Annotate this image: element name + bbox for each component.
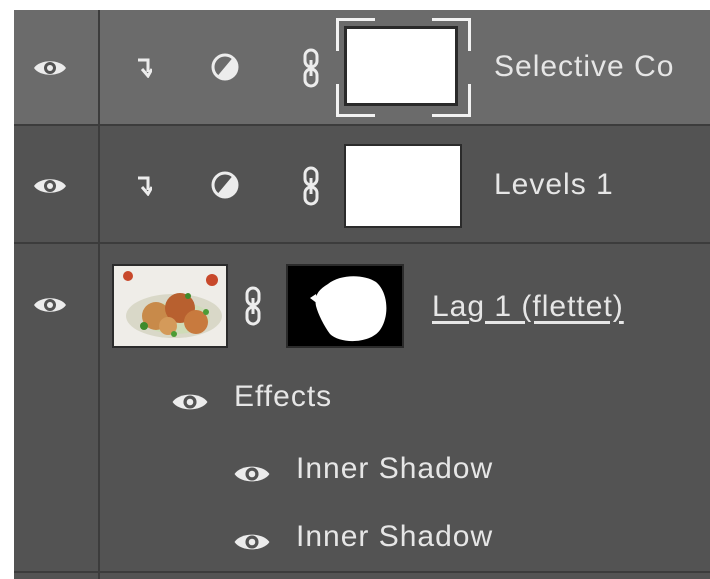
effect-item-label[interactable]: Inner Shadow <box>296 452 493 486</box>
layer-mask-thumbnail[interactable] <box>344 144 462 228</box>
row-divider <box>14 571 710 573</box>
layer-mask-thumbnail[interactable] <box>286 264 404 348</box>
selection-corner-bl <box>336 84 375 117</box>
chain-link-icon[interactable] <box>302 48 320 88</box>
effects-label[interactable]: Effects <box>234 380 332 414</box>
layer-name[interactable]: Lag 1 (flettet) <box>432 290 624 324</box>
chain-link-icon[interactable] <box>244 286 262 326</box>
eye-icon[interactable] <box>232 530 272 554</box>
column-divider <box>98 573 100 579</box>
layers-panel: Selective Co Levels 1 Lag 1 (flettet) Ef… <box>14 10 710 579</box>
eye-icon[interactable] <box>232 462 272 486</box>
eye-icon[interactable] <box>32 57 68 79</box>
chain-link-icon[interactable] <box>302 166 320 206</box>
layer-row-selective-color[interactable]: Selective Co <box>14 10 710 126</box>
selection-corner-tl <box>336 18 375 51</box>
selection-corner-tr <box>432 18 471 51</box>
effect-item-label[interactable]: Inner Shadow <box>296 520 493 554</box>
clip-arrow-icon <box>136 174 152 196</box>
selection-corner-br <box>432 84 471 117</box>
layer-row-photo[interactable]: Lag 1 (flettet) Effects Inner Shadow Inn… <box>14 244 710 575</box>
layer-name[interactable]: Selective Co <box>494 50 674 84</box>
adjustment-circle-icon <box>210 170 240 200</box>
eye-icon[interactable] <box>32 294 68 316</box>
eye-icon[interactable] <box>32 175 68 197</box>
eye-icon[interactable] <box>170 390 210 414</box>
layer-name[interactable]: Levels 1 <box>494 168 614 202</box>
clip-arrow-icon <box>136 56 152 78</box>
layer-image-thumbnail[interactable] <box>112 264 228 348</box>
layer-row-levels[interactable]: Levels 1 <box>14 126 710 244</box>
adjustment-circle-icon <box>210 52 240 82</box>
